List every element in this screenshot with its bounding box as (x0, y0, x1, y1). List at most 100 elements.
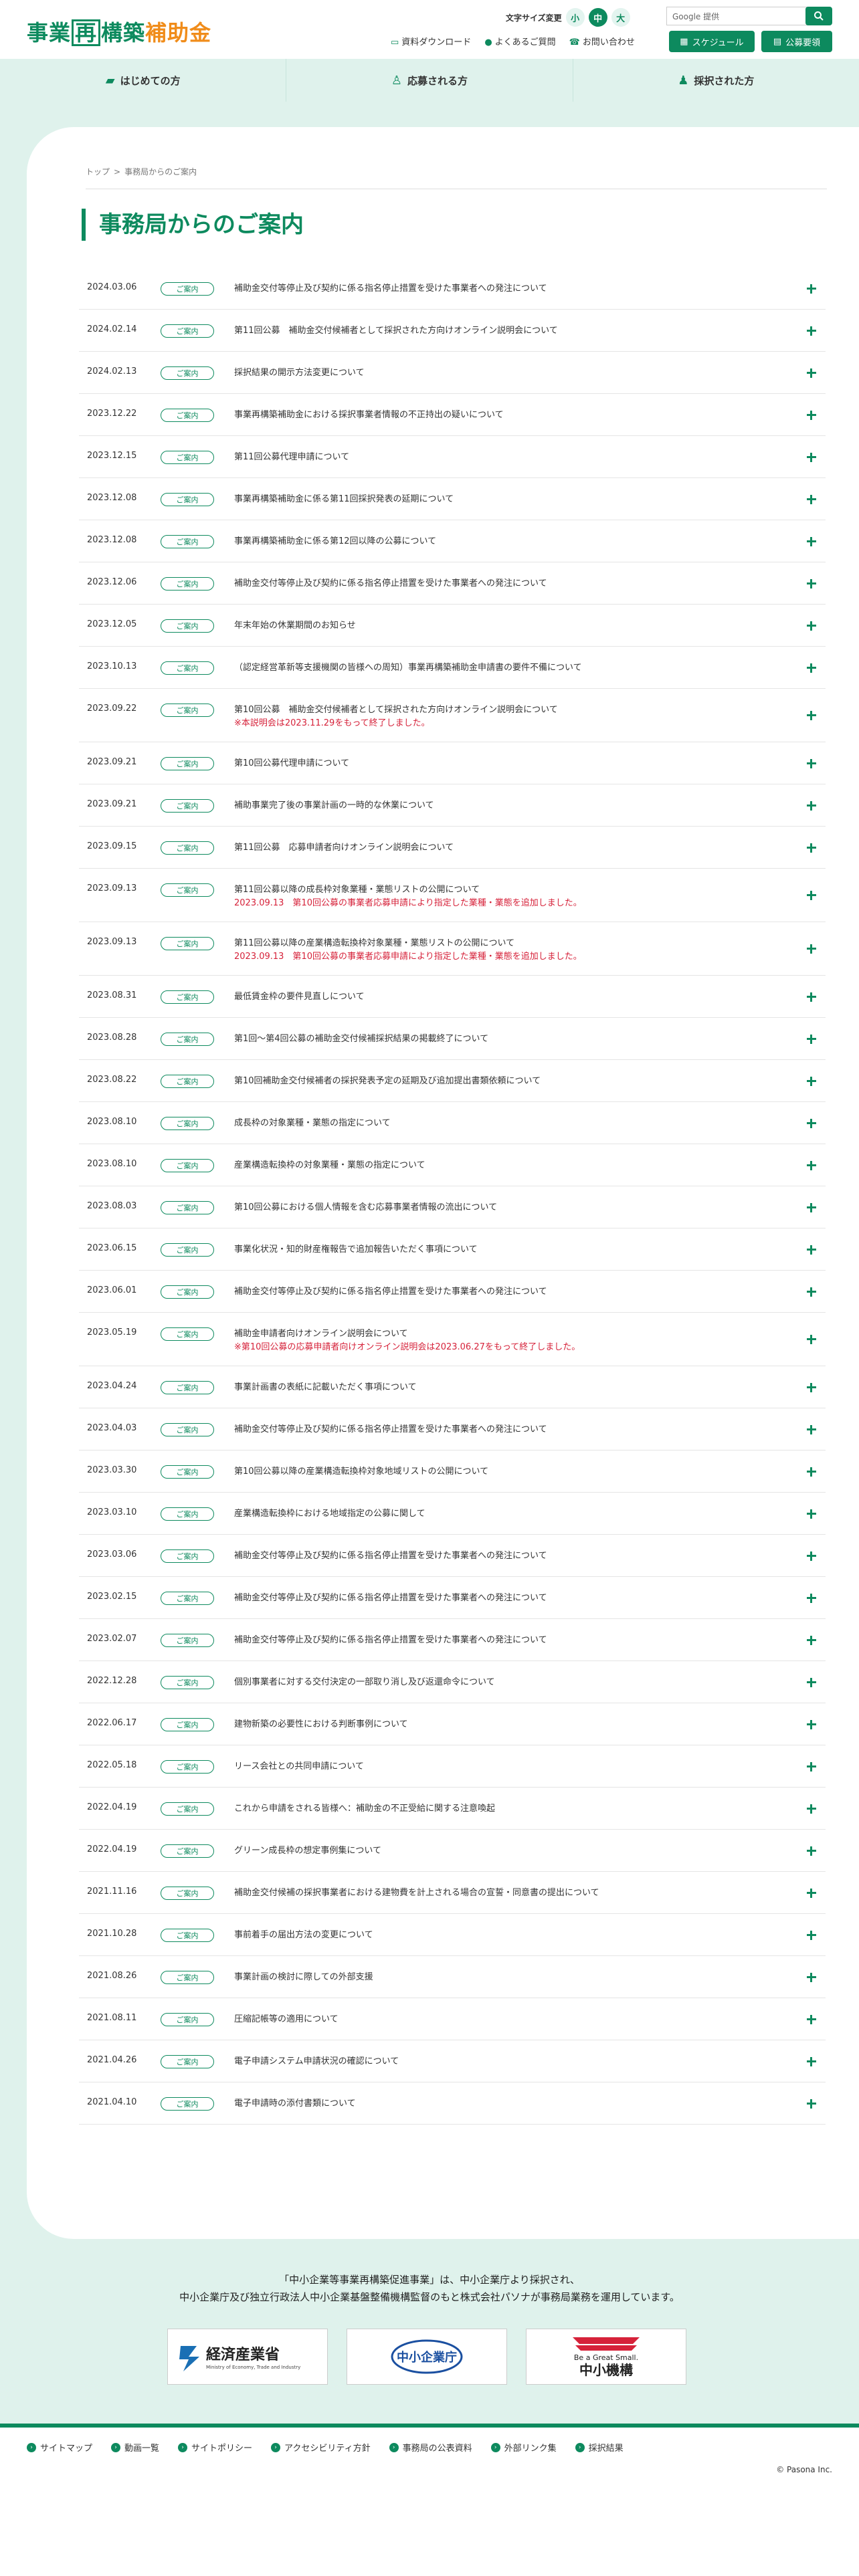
news-title[interactable]: 補助金交付等停止及び契約に係る指名停止措置を受けた事業者への発注について (234, 282, 818, 296)
news-item[interactable]: 2023.06.01 ご案内 補助金交付等停止及び契約に係る指名停止措置を受けた事業… (79, 1271, 826, 1313)
plus-icon[interactable] (805, 578, 818, 590)
news-title[interactable]: 第10回補助金交付候補者の採択発表予定の延期及び追加提出書類依頼について (234, 1075, 818, 1088)
schedule-button[interactable]: ▦ スケジュール (669, 31, 755, 52)
news-item[interactable]: 2023.10.13 ご案内 （認定経営革新等支援機関の皆様への周知）事業再構築補助… (79, 647, 826, 689)
news-item[interactable]: 2021.04.10 ご案内 電子申請時の添付書類について (79, 2082, 826, 2125)
plus-icon[interactable] (805, 1382, 818, 1394)
plus-icon[interactable] (805, 1929, 818, 1941)
news-title[interactable]: リース会社との共同申請について (234, 1760, 818, 1774)
news-item[interactable]: 2023.09.13 ご案内 第11回公募以降の産業構造転換枠対象業種・業態リストの… (79, 922, 826, 976)
news-item[interactable]: 2024.02.14 ご案内 第11回公募 補助金交付候補者として採択された方向けオ… (79, 310, 826, 352)
plus-icon[interactable] (805, 367, 818, 379)
news-item[interactable]: 2023.06.15 ご案内 事業化状況・知的財産権報告で追加報告いただく事項につい… (79, 1228, 826, 1271)
search-button[interactable] (805, 7, 832, 25)
news-title[interactable]: 年末年始の休業期間のお知らせ (234, 619, 818, 633)
news-title[interactable]: 電子申請時の添付書類について (234, 2097, 818, 2111)
news-item[interactable]: 2023.09.15 ご案内 第11回公募 応募申請者向けオンライン説明会について (79, 827, 826, 869)
plus-icon[interactable] (805, 842, 818, 854)
plus-icon[interactable] (805, 662, 818, 674)
site-logo[interactable]: 事業再構築補助金 (27, 16, 211, 47)
news-title[interactable]: 建物新築の必要性における判断事例について (234, 1718, 818, 1731)
news-title[interactable]: 第11回公募以降の成長枠対象業種・業態リストの公開について (234, 883, 818, 897)
news-item[interactable]: 2023.04.03 ご案内 補助金交付等停止及び契約に係る指名停止措置を受けた事業… (79, 1408, 826, 1451)
meti-logo[interactable]: 経済産業省 Ministry of Economy, Trade and Ind… (167, 2329, 328, 2385)
news-item[interactable]: 2023.08.10 ご案内 成長枠の対象業種・業態の指定について (79, 1102, 826, 1144)
news-item[interactable]: 2023.08.31 ご案内 最低賃金枠の要件見直しについて (79, 976, 826, 1018)
news-title[interactable]: 補助金交付等停止及び契約に係る指名停止措置を受けた事業者への発注について (234, 1634, 818, 1647)
news-title[interactable]: 第11回公募代理申請について (234, 451, 818, 464)
news-item[interactable]: 2023.03.06 ご案内 補助金交付等停止及び契約に係る指名停止措置を受けた事業… (79, 1535, 826, 1577)
plus-icon[interactable] (805, 758, 818, 770)
plus-icon[interactable] (805, 325, 818, 337)
plus-icon[interactable] (805, 1803, 818, 1815)
news-item[interactable]: 2023.09.21 ご案内 第10回公募代理申請について (79, 742, 826, 784)
plus-icon[interactable] (805, 1286, 818, 1298)
footer-nav-item[interactable]: › サイトポリシー (178, 2441, 252, 2454)
news-title[interactable]: 採択結果の開示方法変更について (234, 366, 818, 380)
news-item[interactable]: 2024.02.13 ご案内 採択結果の開示方法変更について (79, 352, 826, 394)
news-item[interactable]: 2023.08.10 ご案内 産業構造転換枠の対象業種・業態の指定について (79, 1144, 826, 1186)
plus-icon[interactable] (805, 1466, 818, 1478)
plus-icon[interactable] (805, 1845, 818, 1857)
news-title[interactable]: 産業構造転換枠における地域指定の公募に関して (234, 1507, 818, 1521)
footer-nav-item[interactable]: › 外部リンク集 (490, 2441, 557, 2454)
news-title[interactable]: 個別事業者に対する交付決定の一部取り消し及び返還命令について (234, 1676, 818, 1689)
breadcrumb-top[interactable]: トップ (86, 167, 110, 177)
news-item[interactable]: 2023.12.22 ご案内 事業再構築補助金における採択事業者情報の不正持出の疑い… (79, 394, 826, 436)
nav-beginners[interactable]: ▰ はじめての方 (0, 59, 287, 102)
smrj-logo[interactable]: Be a Great Small. 中小機構 (526, 2329, 686, 2385)
faq-link[interactable]: ● よくあるご質問 (484, 35, 555, 47)
plus-icon[interactable] (805, 1634, 818, 1646)
plus-icon[interactable] (805, 1160, 818, 1172)
plus-icon[interactable] (805, 800, 818, 812)
plus-icon[interactable] (805, 1761, 818, 1773)
news-item[interactable]: 2023.04.24 ご案内 事業計画書の表紙に記載いただく事項について (79, 1366, 826, 1408)
news-title[interactable]: 第10回公募 補助金交付候補者として採択された方向けオンライン説明会について (234, 704, 818, 717)
font-size-small-button[interactable]: 小 (565, 8, 585, 27)
news-item[interactable]: 2021.04.26 ご案内 電子申請システム申請状況の確認について (79, 2040, 826, 2082)
plus-icon[interactable] (805, 889, 818, 901)
news-item[interactable]: 2023.02.15 ご案内 補助金交付等停止及び契約に係る指名停止措置を受けた事業… (79, 1577, 826, 1619)
plus-icon[interactable] (805, 2056, 818, 2068)
news-title[interactable]: 補助金交付等停止及び契約に係る指名停止措置を受けた事業者への発注について (234, 1592, 818, 1605)
news-title[interactable]: 補助金交付等停止及び契約に係る指名停止措置を受けた事業者への発注について (234, 1423, 818, 1436)
news-title[interactable]: 第11回公募 補助金交付候補者として採択された方向けオンライン説明会について (234, 324, 818, 338)
footer-nav-item[interactable]: › アクセシビリティ方針 (271, 2441, 371, 2454)
contact-link[interactable]: ☎ お問い合わせ (569, 35, 635, 47)
nav-applicants[interactable]: ♙ 応募される方 (286, 59, 573, 102)
font-size-medium-button[interactable]: 中 (588, 8, 607, 27)
plus-icon[interactable] (805, 283, 818, 295)
plus-icon[interactable] (805, 1508, 818, 1520)
plus-icon[interactable] (805, 710, 818, 722)
news-title[interactable]: 第10回公募以降の産業構造転換枠対象地域リストの公開について (234, 1465, 818, 1479)
news-title[interactable]: 第1回〜第4回公募の補助金交付候補採択結果の掲載終了について (234, 1033, 818, 1046)
news-title[interactable]: 事業再構築補助金における採択事業者情報の不正持出の疑いについて (234, 409, 818, 422)
news-title[interactable]: 補助金申請者向けオンライン説明会について (234, 1327, 818, 1341)
plus-icon[interactable] (805, 991, 818, 1003)
news-title[interactable]: 事業再構築補助金に係る第12回以降の公募について (234, 535, 818, 548)
footer-nav-item[interactable]: › 動画一覧 (111, 2441, 159, 2454)
news-title[interactable]: 事前着手の届出方法の変更について (234, 1929, 818, 1942)
news-item[interactable]: 2023.03.30 ご案内 第10回公募以降の産業構造転換枠対象地域リストの公開に… (79, 1451, 826, 1493)
news-item[interactable]: 2021.08.11 ご案内 圧縮記帳等の適用について (79, 1998, 826, 2040)
news-title[interactable]: 成長枠の対象業種・業態の指定について (234, 1117, 818, 1130)
news-title[interactable]: 事業計画書の表紙に記載いただく事項について (234, 1381, 818, 1394)
plus-icon[interactable] (805, 1719, 818, 1731)
news-title[interactable]: 第10回公募における個人情報を含む応募事業者情報の流出について (234, 1201, 818, 1214)
news-item[interactable]: 2023.12.05 ご案内 年末年始の休業期間のお知らせ (79, 605, 826, 647)
plus-icon[interactable] (805, 451, 818, 463)
news-item[interactable]: 2023.12.06 ご案内 補助金交付等停止及び契約に係る指名停止措置を受けた事業… (79, 562, 826, 605)
font-size-large-button[interactable]: 大 (611, 8, 630, 27)
download-link[interactable]: ▭ 資料ダウンロード (391, 35, 471, 47)
news-title[interactable]: 第11回公募以降の産業構造転換枠対象業種・業態リストの公開について (234, 937, 818, 950)
news-title[interactable]: グリーン成長枠の想定事例集について (234, 1844, 818, 1858)
koubo-button[interactable]: ▤ 公募要領 (761, 31, 832, 52)
news-title[interactable]: 産業構造転換枠の対象業種・業態の指定について (234, 1159, 818, 1172)
nav-adopted[interactable]: ♟ 採択された方 (573, 59, 859, 102)
plus-icon[interactable] (805, 1592, 818, 1604)
news-item[interactable]: 2023.09.13 ご案内 第11回公募以降の成長枠対象業種・業態リストの公開につ… (79, 869, 826, 922)
news-item[interactable]: 2022.05.18 ご案内 リース会社との共同申請について (79, 1745, 826, 1788)
news-title[interactable]: これから申請をされる皆様へ：補助金の不正受給に関する注意喚起 (234, 1802, 818, 1816)
plus-icon[interactable] (805, 409, 818, 421)
news-title[interactable]: 事業再構築補助金に係る第11回採択発表の延期について (234, 493, 818, 506)
